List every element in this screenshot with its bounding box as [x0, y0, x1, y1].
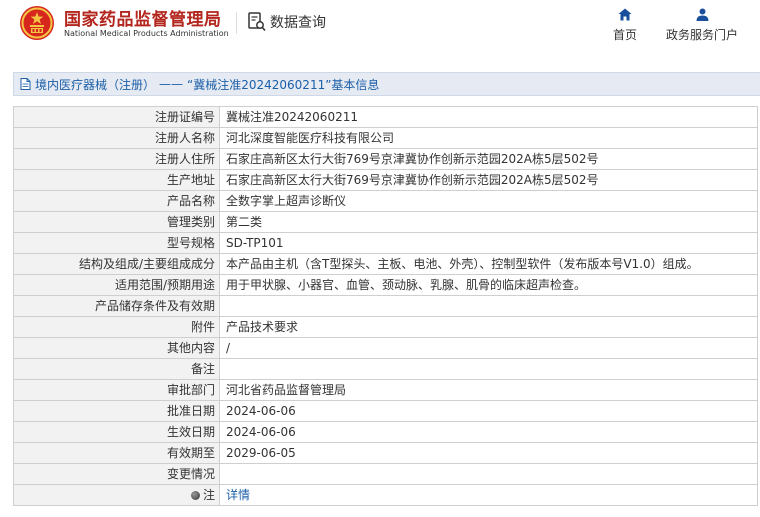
table-row: 其他内容 /	[13, 337, 758, 359]
field-value: 全数字掌上超声诊断仪	[219, 190, 758, 212]
field-value: 石家庄高新区太行大街769号京津冀协作创新示范园202A栋5层502号	[219, 148, 758, 170]
field-label: 产品名称	[13, 190, 220, 212]
data-query-label[interactable]: 数据查询	[248, 12, 326, 32]
national-emblem-logo	[20, 6, 54, 40]
table-row: 变更情况	[13, 463, 758, 485]
field-label: 生产地址	[13, 169, 220, 191]
field-label: 注册人名称	[13, 127, 220, 149]
table-row: 注册人住所 石家庄高新区太行大街769号京津冀协作创新示范园202A栋5层502…	[13, 148, 758, 170]
field-value: 用于甲状腺、小器官、血管、颈动脉、乳腺、肌骨的临床超声检查。	[219, 274, 758, 296]
site-title-en: National Medical Products Administration	[64, 29, 229, 38]
field-value: 本产品由主机（含T型探头、主板、电池、外壳）、控制型软件（发布版本号V1.0）组…	[219, 253, 758, 275]
document-search-icon	[248, 12, 266, 32]
field-value	[219, 358, 758, 380]
nav-home[interactable]: 首页	[612, 8, 638, 43]
note-row: 注 详情	[13, 484, 758, 506]
field-label: 备注	[13, 358, 220, 380]
table-row: 产品名称 全数字掌上超声诊断仪	[13, 190, 758, 212]
table-row: 结构及组成/主要组成成分 本产品由主机（含T型探头、主板、电池、外壳）、控制型软…	[13, 253, 758, 275]
field-value	[219, 463, 758, 485]
nav-service-portal[interactable]: 政务服务门户	[664, 8, 740, 43]
breadcrumb-separator: ——	[159, 77, 184, 91]
site-header: 国家药品监督管理局 National Medical Products Admi…	[0, 0, 760, 62]
field-value: 2024-06-06	[219, 400, 758, 422]
field-label: 批准日期	[13, 400, 220, 422]
details-link[interactable]: 详情	[219, 484, 758, 506]
field-label: 结构及组成/主要组成成分	[13, 253, 220, 275]
field-label: 生效日期	[13, 421, 220, 443]
field-label: 审批部门	[13, 379, 220, 401]
field-value: 石家庄高新区太行大街769号京津冀协作创新示范园202A栋5层502号	[219, 169, 758, 191]
table-row: 产品储存条件及有效期	[13, 295, 758, 317]
field-label: 有效期至	[13, 442, 220, 464]
field-value: SD-TP101	[219, 232, 758, 254]
note-label: 注	[202, 488, 215, 502]
table-row: 附件 产品技术要求	[13, 316, 758, 338]
field-label: 其他内容	[13, 337, 220, 359]
field-label: 注册人住所	[13, 148, 220, 170]
table-row: 批准日期 2024-06-06	[13, 400, 758, 422]
table-row: 适用范围/预期用途 用于甲状腺、小器官、血管、颈动脉、乳腺、肌骨的临床超声检查。	[13, 274, 758, 296]
table-row: 管理类别 第二类	[13, 211, 758, 233]
registration-info-table: 注册证编号 冀械注准20242060211 注册人名称 河北深度智能医疗科技有限…	[13, 106, 758, 506]
table-row: 型号规格 SD-TP101	[13, 232, 758, 254]
nav-home-label: 首页	[612, 28, 637, 42]
field-label: 型号规格	[13, 232, 220, 254]
table-row: 生效日期 2024-06-06	[13, 421, 758, 443]
home-icon	[618, 8, 632, 21]
note-bullet-icon	[190, 491, 200, 500]
table-row: 备注	[13, 358, 758, 380]
table-row: 审批部门 河北省药品监督管理局	[13, 379, 758, 401]
note-label-cell: 注	[13, 484, 220, 506]
field-value: /	[219, 337, 758, 359]
breadcrumb: 境内医疗器械（注册） —— “冀械注准20242060211”基本信息	[13, 72, 760, 96]
field-value: 河北省药品监督管理局	[219, 379, 758, 401]
field-value: 产品技术要求	[219, 316, 758, 338]
nav-portal-label: 政务服务门户	[665, 28, 738, 42]
field-label: 管理类别	[13, 211, 220, 233]
field-label: 适用范围/预期用途	[13, 274, 220, 296]
table-row: 注册人名称 河北深度智能医疗科技有限公司	[13, 127, 758, 149]
breadcrumb-category-link[interactable]: 境内医疗器械（注册）	[35, 76, 155, 93]
field-value: 2029-06-05	[219, 442, 758, 464]
field-value: 冀械注准20242060211	[219, 106, 758, 128]
field-value	[219, 295, 758, 317]
breadcrumb-title: “冀械注准20242060211”基本信息	[187, 77, 380, 92]
table-row: 生产地址 石家庄高新区太行大街769号京津冀协作创新示范园202A栋5层502号	[13, 169, 758, 191]
field-value: 2024-06-06	[219, 421, 758, 443]
field-label: 附件	[13, 316, 220, 338]
table-row: 注册证编号 冀械注准20242060211	[13, 106, 758, 128]
site-title-cn: 国家药品监督管理局	[64, 10, 222, 30]
field-value: 第二类	[219, 211, 758, 233]
field-label: 变更情况	[13, 463, 220, 485]
data-query-text: 数据查询	[270, 15, 326, 31]
header-divider	[236, 12, 237, 34]
field-label: 注册证编号	[13, 106, 220, 128]
table-row: 有效期至 2029-06-05	[13, 442, 758, 464]
field-label: 产品储存条件及有效期	[13, 295, 220, 317]
user-icon	[696, 8, 708, 21]
field-value: 河北深度智能医疗科技有限公司	[219, 127, 758, 149]
document-icon	[20, 78, 31, 90]
